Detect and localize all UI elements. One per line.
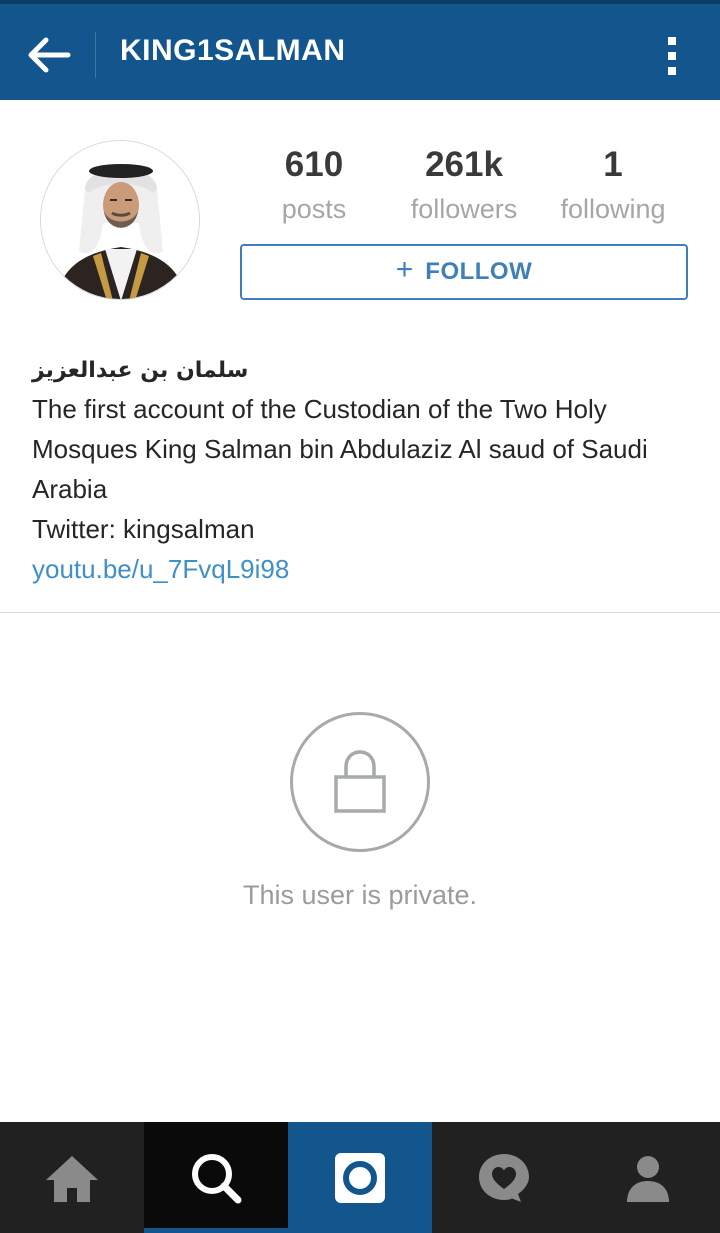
followers-label: followers [410, 194, 518, 224]
followers-count: 261k [425, 145, 503, 184]
activity-heart-icon [479, 1153, 529, 1202]
bio-website-link[interactable]: youtu.be/u_7FvqL9i98 [32, 549, 692, 589]
nav-activity-tab[interactable] [432, 1122, 576, 1233]
nav-profile-tab[interactable] [576, 1122, 720, 1233]
home-icon [46, 1155, 98, 1202]
following-label: following [560, 194, 666, 224]
posts-label: posts [281, 194, 347, 224]
overflow-menu-button[interactable] [648, 28, 696, 84]
bottom-navigation [0, 1122, 720, 1233]
nav-search-tab[interactable] [144, 1122, 288, 1233]
back-button[interactable] [14, 24, 82, 86]
posts-count: 610 [284, 145, 344, 184]
menu-dot-icon [668, 52, 676, 60]
bio-twitter: Twitter: kingsalman [32, 514, 255, 544]
header-divider [95, 32, 96, 78]
nav-home-tab[interactable] [0, 1122, 144, 1233]
profile-username: KING1SALMAN [120, 34, 346, 67]
section-divider [0, 612, 720, 613]
profile-avatar[interactable] [40, 140, 200, 300]
nav-camera-tab[interactable] [288, 1122, 432, 1233]
private-lock-badge [290, 712, 430, 852]
stat-following[interactable]: 1 following [538, 142, 688, 230]
stat-posts[interactable]: 610 posts [239, 142, 389, 230]
menu-dot-icon [668, 37, 676, 45]
stat-followers[interactable]: 261k followers [389, 142, 539, 230]
following-count: 1 [603, 145, 623, 184]
avatar-portrait-image [41, 141, 199, 299]
follow-button[interactable]: + FOLLOW [240, 244, 688, 300]
plus-icon: + [395, 253, 414, 286]
bio-description: The first account of the Custodian of th… [32, 394, 648, 504]
back-arrow-icon [28, 37, 71, 73]
lock-icon [334, 750, 386, 813]
profile-icon [627, 1155, 669, 1202]
follow-button-label: FOLLOW [425, 258, 533, 285]
profile-bio: سلمان بن عبدالعزيز The first account of … [32, 348, 692, 589]
profile-full-name: سلمان بن عبدالعزيز [32, 358, 249, 383]
private-account-message: This user is private. [242, 880, 478, 910]
search-icon [192, 1153, 242, 1203]
menu-dot-icon [668, 67, 676, 75]
top-bar: KING1SALMAN [0, 0, 720, 100]
camera-icon [335, 1152, 385, 1203]
